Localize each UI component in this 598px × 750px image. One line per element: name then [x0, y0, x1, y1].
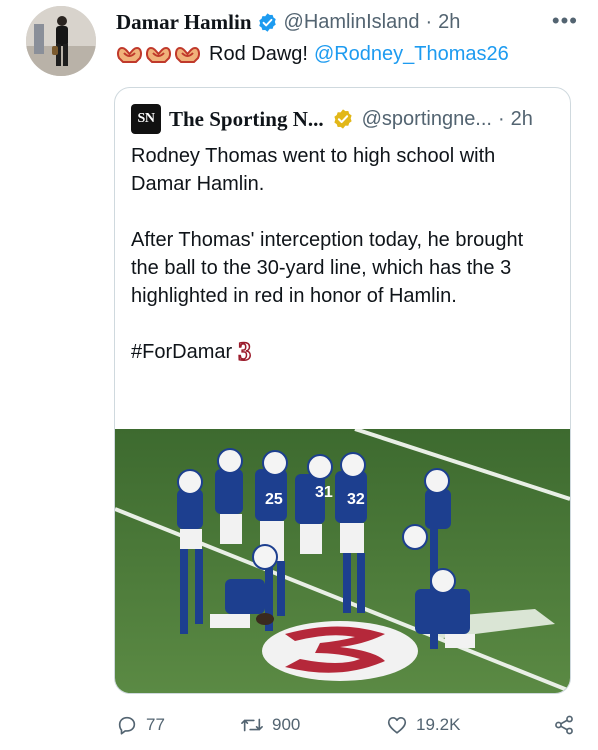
sporting-news-logo[interactable]: SN	[131, 104, 161, 134]
like-count: 19.2K	[416, 715, 461, 734]
like-button[interactable]: 19.2K	[386, 714, 460, 736]
quoted-tweet-header: SN The Sporting N... @sportingne... · 2h	[131, 104, 558, 134]
quoted-author-name[interactable]: The Sporting N...	[169, 107, 324, 132]
more-options-icon[interactable]: •••	[552, 8, 578, 34]
quoted-hashtag-line: #ForDamar 3	[131, 338, 552, 366]
quoted-separator-dot: ·	[497, 107, 505, 130]
tweet-time[interactable]: 2h	[438, 11, 460, 34]
quoted-author-handle[interactable]: @sportingne...	[362, 108, 492, 131]
number-three-emoji: 3	[237, 337, 252, 366]
tweet-actions: 77 900 19.2K	[116, 714, 576, 744]
svg-text:25: 25	[265, 491, 283, 508]
tweet-media-photo[interactable]: 25 32 31	[115, 429, 570, 693]
verified-badge-icon	[258, 12, 276, 32]
reply-button[interactable]: 77	[116, 714, 165, 736]
heart-icon	[387, 717, 407, 734]
retweet-count: 900	[272, 715, 301, 734]
quoted-tweet-time[interactable]: 2h	[511, 108, 533, 131]
reply-count: 77	[146, 715, 165, 734]
svg-text:32: 32	[347, 491, 365, 508]
author-handle[interactable]: @HamlinIsland	[284, 11, 420, 34]
tweet-body-text: Rod Dawg!	[209, 43, 308, 65]
football-celebration-image: 25 32 31	[115, 429, 570, 693]
share-button[interactable]	[553, 714, 583, 736]
heart-hands-icon	[116, 44, 203, 64]
quoted-paragraph-1: Rodney Thomas went to high school with D…	[131, 145, 496, 195]
quoted-tweet[interactable]: SN The Sporting N... @sportingne... · 2h…	[114, 87, 571, 694]
share-icon	[555, 715, 573, 735]
tweet-header: Damar Hamlin @HamlinIsland · 2h •••	[116, 8, 578, 36]
quoted-tweet-body: Rodney Thomas went to high school with D…	[131, 142, 552, 366]
avatar-photo	[26, 6, 96, 76]
tweet-text: Rod Dawg! @Rodney_Thomas26	[116, 40, 509, 68]
author-name[interactable]: Damar Hamlin	[116, 10, 252, 35]
retweet-button[interactable]: 900	[240, 714, 300, 736]
reply-icon	[118, 716, 136, 735]
separator-dot: ·	[425, 10, 433, 33]
svg-text:31: 31	[315, 484, 333, 501]
mention-link[interactable]: @Rodney_Thomas26	[314, 40, 509, 68]
author-avatar[interactable]	[26, 6, 96, 76]
quoted-paragraph-2: After Thomas' interception today, he bro…	[131, 229, 524, 307]
painted-number-three	[262, 621, 418, 681]
hashtag-link[interactable]: #ForDamar	[131, 338, 232, 366]
gold-verified-badge-icon	[333, 109, 352, 129]
retweet-icon	[241, 718, 263, 732]
